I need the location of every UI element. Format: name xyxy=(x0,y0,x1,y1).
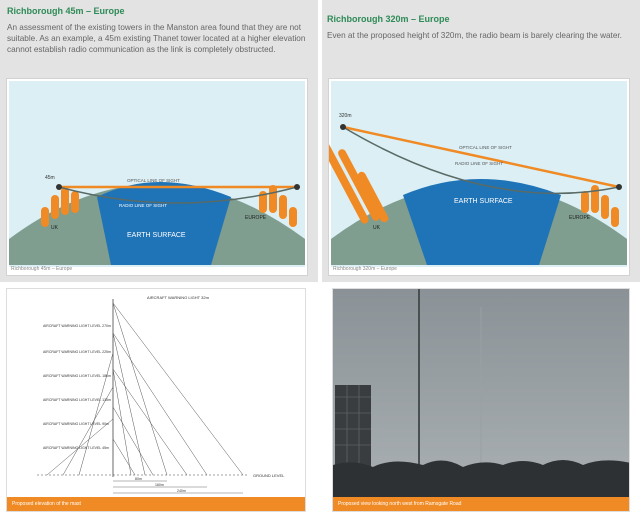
tower-height-label: 320m xyxy=(339,113,352,119)
caption-strip: Proposed view looking north west from Ra… xyxy=(333,497,629,511)
panel-richborough-320m: Richborough 320m – Europe Even at the pr… xyxy=(322,0,640,282)
tower-block xyxy=(289,207,297,227)
tower-block xyxy=(611,207,619,227)
optical-label: OPTICAL LINE OF SIGHT xyxy=(459,145,512,150)
earth-label: EARTH SURFACE xyxy=(454,198,513,205)
guy-wire xyxy=(112,406,154,476)
tower-height-label: 45m xyxy=(45,175,55,181)
region-left: UK xyxy=(51,225,59,231)
dimension-label: 80m xyxy=(135,477,142,481)
tower-top-right xyxy=(616,184,622,190)
region-left: UK xyxy=(373,225,381,231)
level-label: AIRCRAFT WARNING LIGHT LEVEL 270m xyxy=(43,324,111,328)
level-label: AIRCRAFT WARNING LIGHT LEVEL 135m xyxy=(43,398,111,402)
optical-label: OPTICAL LINE OF SIGHT xyxy=(127,178,180,183)
line-of-sight-diagram-320m: 320m OPTICAL LINE OF SIGHT RADIO LINE OF… xyxy=(328,78,630,276)
photomontage-card: Proposed view looking north west from Ra… xyxy=(332,288,630,512)
caption-text: Proposed view looking north west from Ra… xyxy=(338,501,462,507)
earth-surface xyxy=(403,179,561,265)
level-label: AIRCRAFT WARNING LIGHT LEVEL 45m xyxy=(43,446,109,450)
panel-description: Even at the proposed height of 320m, the… xyxy=(327,31,622,40)
guy-wire xyxy=(112,302,244,476)
level-label: AIRCRAFT WARNING LIGHT LEVEL 180m xyxy=(43,374,111,378)
elevation-svg: AIRCRAFT WARNING LIGHT 32m GROUND LEVEL … xyxy=(37,295,285,494)
level-label: AIRCRAFT WARNING LIGHT LEVEL 90m xyxy=(43,422,109,426)
dimension-label: 160m xyxy=(155,483,164,487)
radio-label: RADIO LINE OF SIGHT xyxy=(119,203,167,208)
panel-title: Richborough 320m – Europe xyxy=(327,14,450,24)
tower-block xyxy=(51,195,59,219)
elevation-header: AIRCRAFT WARNING LIGHT 32m xyxy=(147,295,210,300)
region-right: EUROPE xyxy=(245,215,267,221)
tower-block xyxy=(71,191,79,213)
dimension-label: 240m xyxy=(177,489,186,493)
diagram-caption: Richborough 45m – Europe xyxy=(11,266,73,272)
tower-block xyxy=(591,185,599,213)
guy-wire xyxy=(112,302,168,476)
caption-strip: Proposed elevation of the mast xyxy=(7,497,305,511)
caption-text: Proposed elevation of the mast xyxy=(12,501,81,507)
guy-wire xyxy=(78,352,114,476)
guy-wire xyxy=(112,438,136,476)
diagram-caption: Richborough 320m – Europe xyxy=(333,266,397,272)
guy-wire xyxy=(112,332,208,476)
photomontage-svg xyxy=(333,289,629,499)
level-label: AIRCRAFT WARNING LIGHT LEVEL 225m xyxy=(43,350,111,354)
radio-label: RADIO LINE OF SIGHT xyxy=(455,161,503,166)
diagram-svg: 320m OPTICAL LINE OF SIGHT RADIO LINE OF… xyxy=(329,81,627,267)
panel-description: An assessment of the existing towers in … xyxy=(7,23,306,54)
elevation-drawing-card: AIRCRAFT WARNING LIGHT 32m GROUND LEVEL … xyxy=(6,288,306,512)
tower-block xyxy=(601,195,609,219)
tower-top-right xyxy=(294,184,300,190)
region-right: EUROPE xyxy=(569,215,591,221)
tower-block xyxy=(61,187,69,215)
tower-top-left xyxy=(56,184,62,190)
tower-block xyxy=(279,195,287,219)
line-of-sight-diagram-45m: 45m OPTICAL LINE OF SIGHT RADIO LINE OF … xyxy=(6,78,308,276)
guy-wire xyxy=(112,368,188,476)
tower-top-left xyxy=(340,124,346,130)
ground-label: GROUND LEVEL xyxy=(253,473,285,478)
diagram-svg: 45m OPTICAL LINE OF SIGHT RADIO LINE OF … xyxy=(9,81,305,267)
tower-block xyxy=(41,207,49,227)
earth-surface xyxy=(97,182,231,265)
earth-label: EARTH SURFACE xyxy=(127,232,186,239)
tower-block xyxy=(581,191,589,213)
panel-richborough-45m: Richborough 45m – Europe An assessment o… xyxy=(0,0,318,282)
panel-title: Richborough 45m – Europe xyxy=(7,6,125,16)
tower-block xyxy=(269,185,277,213)
